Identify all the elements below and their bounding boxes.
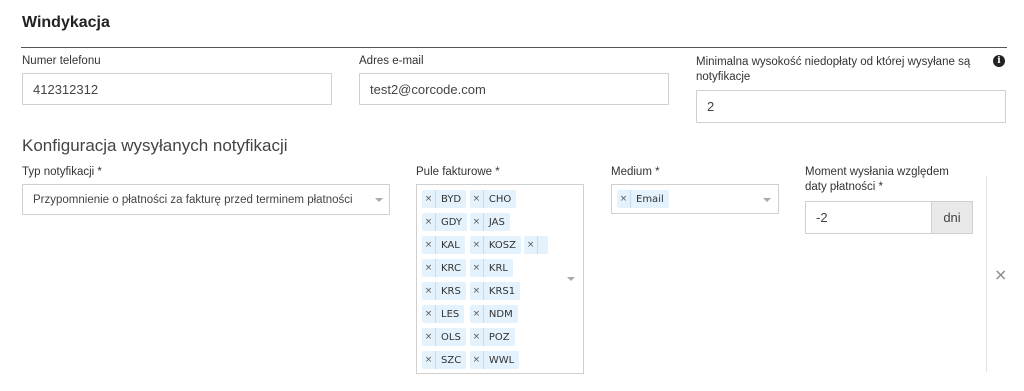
- type-label: Typ notyfikacji *: [22, 166, 102, 178]
- tag-remove-icon[interactable]: ×: [422, 351, 436, 369]
- moment-value: -2: [816, 210, 828, 225]
- pool-tag[interactable]: × CHO: [469, 190, 517, 208]
- moment-label: Moment wysłania względem daty płatności …: [805, 165, 949, 195]
- chevron-down-icon: [567, 277, 575, 281]
- tag-remove-icon[interactable]: ×: [470, 305, 484, 323]
- tag-label: CHO: [488, 193, 512, 205]
- config-title: Konfiguracja wysyłanych notyfikacji: [22, 136, 288, 155]
- tag-label: LES: [441, 308, 460, 320]
- pool-tag[interactable]: × POZ: [469, 328, 515, 346]
- tag-remove-icon[interactable]: ×: [524, 236, 539, 254]
- moment-unit-addon: dni: [932, 201, 973, 234]
- tag-remove-icon[interactable]: ×: [470, 351, 484, 369]
- phone-input[interactable]: 412312312: [22, 73, 332, 105]
- email-value: test2@corcode.com: [370, 81, 486, 97]
- min-amount-value: 2: [707, 99, 715, 114]
- title-divider: [21, 47, 1007, 48]
- type-select[interactable]: Przypomnienie o płatności za fakturę prz…: [22, 184, 390, 215]
- tag-remove-icon[interactable]: ×: [470, 190, 484, 208]
- tag-remove-icon[interactable]: ×: [422, 259, 436, 277]
- tag-remove-icon[interactable]: ×: [470, 282, 484, 300]
- chevron-down-icon: [375, 198, 383, 202]
- pools-label: Pule fakturowe *: [416, 166, 500, 178]
- tag-remove-icon[interactable]: ×: [422, 236, 436, 254]
- tag-label: WWL: [488, 354, 515, 366]
- tag-remove-icon[interactable]: ×: [422, 282, 436, 300]
- pool-tag[interactable]: × LES: [422, 305, 465, 323]
- tag-label: KRL: [488, 262, 508, 274]
- pool-tag[interactable]: × JAS: [469, 213, 510, 231]
- tag-label: SZC: [441, 354, 462, 366]
- phone-label: Numer telefonu: [22, 55, 101, 67]
- min-amount-label-line2: notyfikacje: [696, 71, 751, 83]
- pool-tag[interactable]: × KRC: [422, 259, 466, 277]
- type-value: Przypomnienie o płatności za fakturę prz…: [33, 193, 353, 206]
- pool-tag[interactable]: × BYD: [422, 190, 467, 208]
- tag-remove-icon[interactable]: ×: [422, 190, 436, 208]
- pool-tag[interactable]: × NDM: [469, 305, 518, 323]
- moment-input[interactable]: -2: [805, 201, 932, 234]
- pool-tag[interactable]: × SZC: [422, 351, 467, 369]
- tag-label: NDM: [488, 308, 513, 320]
- pool-tag[interactable]: × OLS: [422, 328, 466, 346]
- pool-tag[interactable]: × KRS1: [469, 282, 521, 300]
- medium-multiselect[interactable]: × Email: [611, 184, 779, 214]
- tag-label: KRS: [441, 285, 461, 297]
- tag-remove-icon[interactable]: ×: [422, 213, 436, 231]
- tag-label: Email: [636, 193, 664, 205]
- pool-tag[interactable]: × GDY: [422, 213, 468, 231]
- tag-remove-icon[interactable]: ×: [422, 328, 436, 346]
- pools-multiselect[interactable]: × BYD × CHO × GDY × JAS × KAL × KOSZ × × KRC × KRL × KRS × K…: [416, 184, 584, 374]
- tag-label: BYD: [441, 193, 462, 205]
- tag-label: KRS1: [488, 285, 516, 297]
- pool-tag[interactable]: × KRS: [422, 282, 466, 300]
- remove-row-icon[interactable]: ×: [994, 265, 1007, 284]
- pool-tag[interactable]: × WWL: [469, 351, 520, 369]
- moment-label-line1: Moment wysłania względem: [805, 166, 949, 178]
- tag-label: GDY: [441, 216, 463, 228]
- tag-remove-icon[interactable]: ×: [422, 305, 436, 323]
- pool-tag[interactable]: × KOSZ: [469, 236, 521, 254]
- min-amount-input[interactable]: 2: [696, 90, 1006, 123]
- tag-remove-icon[interactable]: ×: [470, 213, 484, 231]
- min-amount-label-line1: Minimalna wysokość niedopłaty od której …: [696, 56, 971, 68]
- pool-tag[interactable]: × KAL: [422, 236, 465, 254]
- tag-remove-icon[interactable]: ×: [470, 328, 484, 346]
- tag-label: KRC: [441, 262, 461, 274]
- tag-remove-icon[interactable]: ×: [470, 259, 484, 277]
- info-icon[interactable]: i: [993, 55, 1005, 67]
- section-title: Windykacja: [22, 14, 110, 31]
- tag-remove-icon[interactable]: ×: [617, 190, 631, 208]
- pool-tag[interactable]: × KRL: [469, 259, 513, 277]
- tag-label: OLS: [441, 331, 461, 343]
- tag-remove-icon[interactable]: ×: [470, 236, 484, 254]
- email-input[interactable]: test2@corcode.com: [359, 73, 669, 105]
- tag-label: KAL: [441, 239, 460, 251]
- tag-label: POZ: [488, 331, 510, 343]
- chevron-down-icon: [763, 198, 771, 202]
- email-label: Adres e-mail: [359, 55, 424, 67]
- row-separator: [986, 176, 987, 372]
- phone-value: 412312312: [33, 81, 99, 97]
- medium-label: Medium *: [611, 166, 660, 178]
- tag-label: JAS: [488, 216, 505, 228]
- min-amount-label: Minimalna wysokość niedopłaty od której …: [696, 55, 970, 85]
- pool-tag[interactable]: ×: [524, 236, 549, 254]
- medium-tag[interactable]: × Email: [617, 190, 669, 208]
- moment-label-line2: daty płatności *: [805, 181, 883, 193]
- tag-label: KOSZ: [488, 239, 516, 251]
